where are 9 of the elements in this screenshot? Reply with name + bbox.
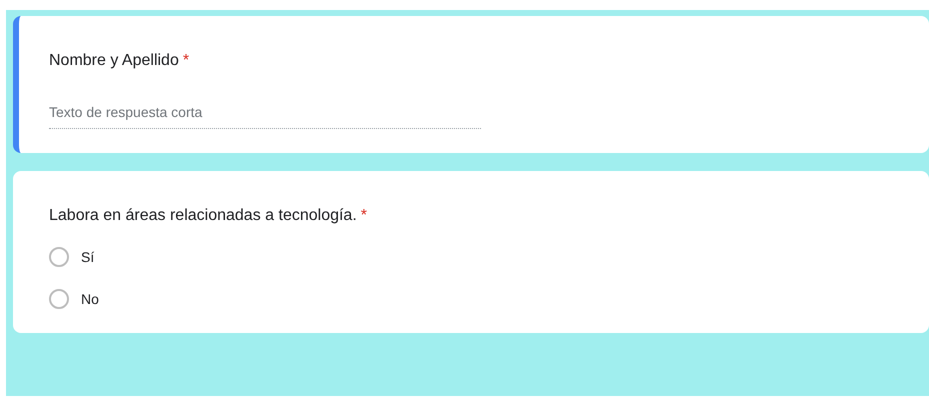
answer-field[interactable]: Texto de respuesta corta: [49, 100, 481, 129]
option-label[interactable]: No: [81, 291, 99, 307]
question-title: Nombre y Apellido: [49, 52, 179, 70]
required-asterisk: *: [182, 52, 190, 70]
required-asterisk: *: [360, 207, 368, 225]
radio-button[interactable]: [49, 289, 69, 309]
option-label[interactable]: Sí: [81, 249, 94, 265]
radio-button[interactable]: [49, 247, 69, 267]
question-title: Labora en áreas relacionadas a tecnología.: [49, 207, 357, 225]
